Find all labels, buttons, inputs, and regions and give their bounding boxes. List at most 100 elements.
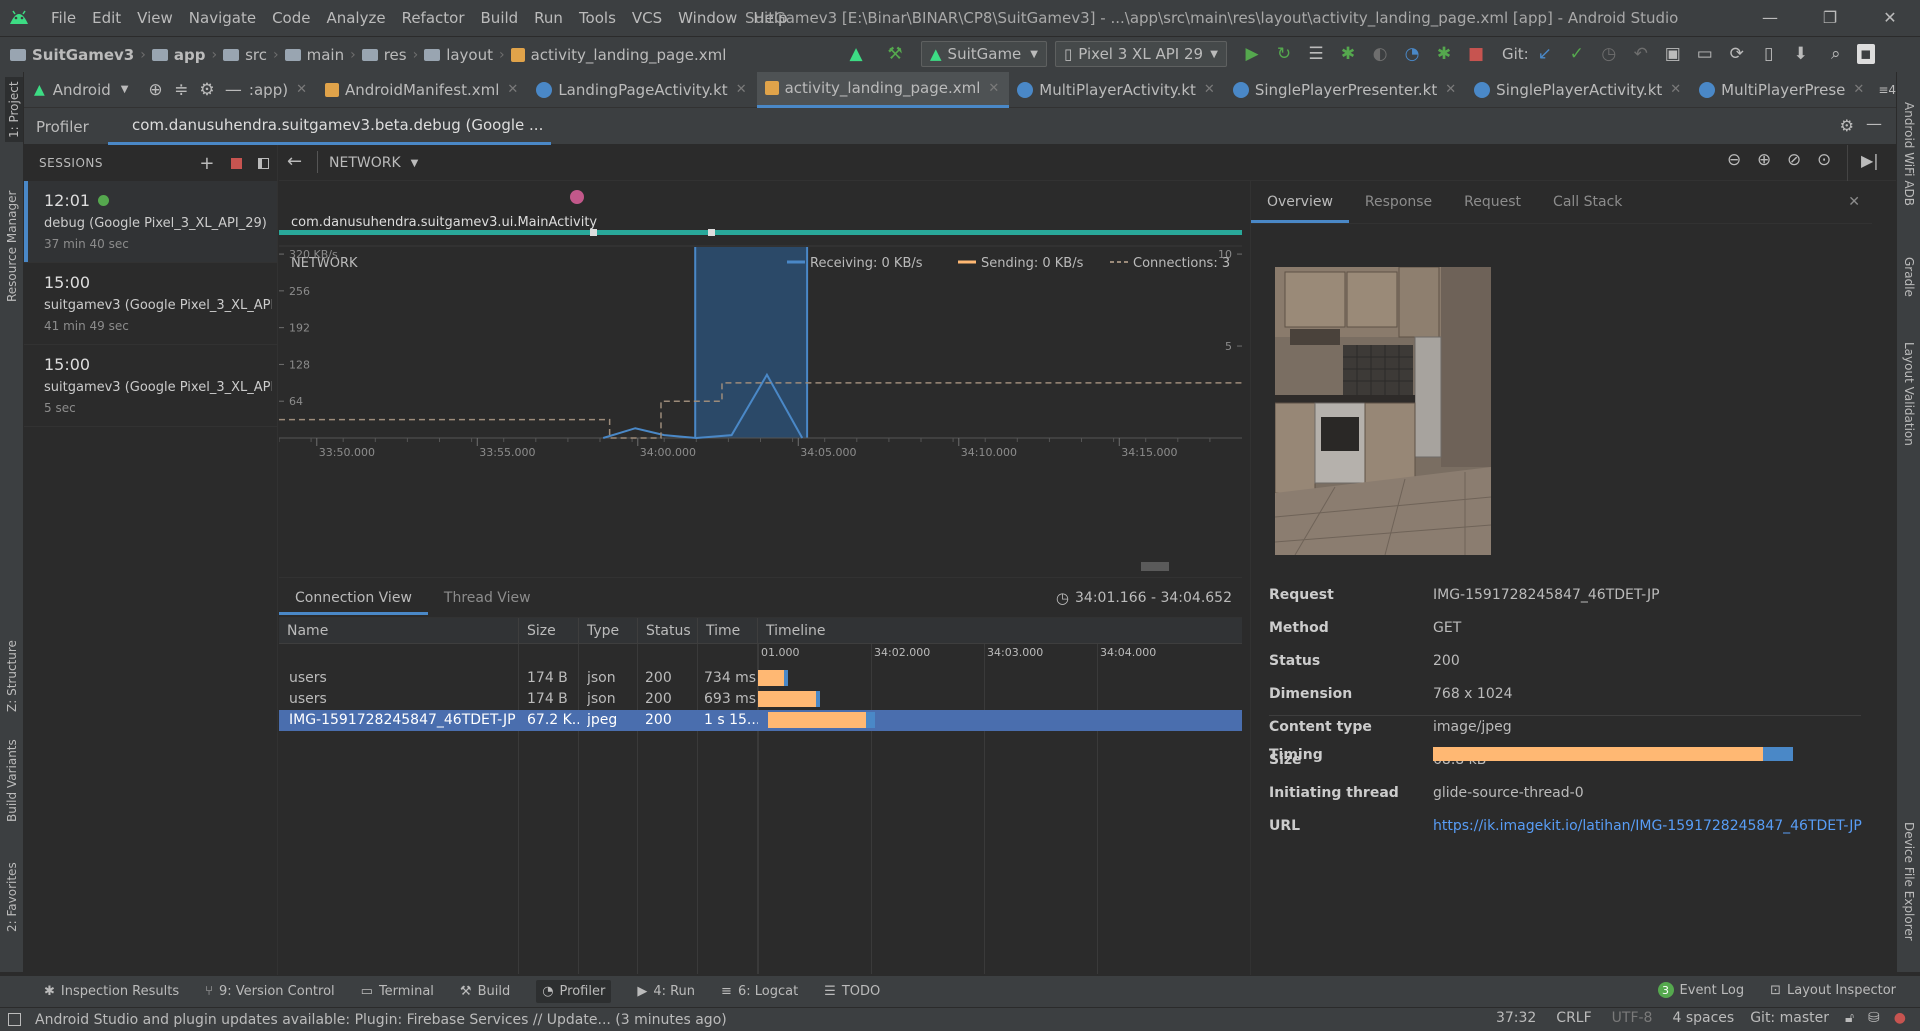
device-select[interactable]: ▯ Pixel 3 XL API 29 ▼ (1055, 41, 1227, 67)
git-update-icon[interactable]: ↙ (1534, 43, 1556, 65)
add-session-icon[interactable]: + (199, 153, 215, 174)
session-item[interactable]: 12:01 debug (Google Pixel_3_XL_API_29) 3… (24, 181, 277, 263)
terminal-button[interactable]: ▭ Terminal (361, 984, 434, 999)
debug-icon[interactable]: ✱ (1337, 43, 1359, 65)
sync-gradle-icon[interactable]: ⟳ (1726, 43, 1748, 65)
event-log-button[interactable]: 3 Event Log (1657, 982, 1744, 998)
menu-refactor[interactable]: Refactor (394, 0, 473, 36)
graph-scrollbar[interactable] (1141, 562, 1169, 571)
breadcrumb-src[interactable]: src (245, 46, 267, 64)
wifi-adb-tool-button[interactable]: Android WiFi ADB (1902, 102, 1916, 206)
build-variants-tool-button[interactable]: Build Variants (5, 739, 19, 822)
editor-tab-singleplayer-activity[interactable]: SinglePlayerActivity.kt ✕ (1466, 72, 1691, 108)
detail-url-link[interactable]: https://ik.imagekit.io/latihan/IMG-15917… (1433, 818, 1862, 834)
layout-inspector-button[interactable]: ⊡ Layout Inspector (1770, 983, 1896, 998)
profiler-button[interactable]: ◔ Profiler (536, 980, 612, 1003)
todo-button[interactable]: ☰ TODO (824, 984, 880, 999)
run-icon[interactable]: ▶ (1241, 43, 1263, 65)
tab-thread-view[interactable]: Thread View (428, 581, 547, 615)
git-branch[interactable]: Git: master (1750, 1010, 1829, 1026)
collapse-icon[interactable]: ≑ (173, 79, 189, 101)
build-button[interactable]: ⚒ Build (460, 984, 510, 999)
android-icon[interactable]: ▲ (845, 43, 867, 65)
tab-request[interactable]: Request (1448, 181, 1537, 223)
assistant-icon[interactable]: ▪ (1856, 44, 1875, 64)
run-tool-button[interactable]: ▶ 4: Run (637, 984, 695, 999)
menu-file[interactable]: File (43, 0, 84, 36)
collapse-sessions-icon[interactable] (258, 157, 269, 169)
close-icon[interactable]: ✕ (507, 82, 518, 97)
menu-code[interactable]: Code (264, 0, 318, 36)
column-time[interactable]: Time (698, 618, 758, 644)
project-structure-icon[interactable]: ▣ (1662, 43, 1684, 65)
column-status[interactable]: Status (638, 618, 698, 644)
close-window-button[interactable]: ✕ (1860, 0, 1920, 36)
tab-response[interactable]: Response (1349, 181, 1448, 223)
tab-connection-view[interactable]: Connection View (279, 581, 428, 615)
session-item[interactable]: 15:00 suitgamev3 (Google Pixel_3_XL_API_… (24, 263, 277, 345)
device-file-explorer-tool-button[interactable]: Device File Explorer (1902, 822, 1916, 941)
favorites-tool-button[interactable]: 2: Favorites (5, 862, 19, 932)
profiler-process-tab[interactable]: com.danusuhendra.suitgamev3.beta.debug (… (108, 108, 552, 145)
make-project-icon[interactable]: ⚒ (884, 43, 906, 65)
resource-manager-tool-button[interactable]: Resource Manager (5, 191, 19, 302)
menu-navigate[interactable]: Navigate (181, 0, 264, 36)
close-icon[interactable]: ✕ (1853, 82, 1864, 97)
caret-position[interactable]: 37:32 (1496, 1010, 1536, 1026)
go-live-icon[interactable]: ▶| (1861, 151, 1879, 170)
back-arrow-icon[interactable]: ← (287, 151, 302, 172)
editor-tab-manifest[interactable]: AndroidManifest.xml ✕ (317, 72, 528, 108)
breadcrumb-main[interactable]: main (307, 46, 344, 64)
hide-icon[interactable]: — (225, 79, 242, 101)
breadcrumb-res[interactable]: res (384, 46, 407, 64)
stop-session-icon[interactable] (231, 157, 242, 169)
close-icon[interactable]: ✕ (736, 82, 747, 97)
gradle-tool-button[interactable]: Gradle (1902, 257, 1916, 297)
lock-icon[interactable]: 🔓︎ (1845, 1010, 1854, 1026)
indent-setting[interactable]: 4 spaces (1672, 1010, 1734, 1026)
structure-tool-button[interactable]: Z: Structure (5, 640, 19, 712)
breadcrumb-layout[interactable]: layout (446, 46, 493, 64)
avd-manager-icon[interactable]: ▯ (1758, 43, 1780, 65)
close-icon[interactable]: ✕ (1670, 82, 1681, 97)
close-icon[interactable]: ✕ (988, 81, 999, 96)
session-item[interactable]: 15:00 suitgamev3 (Google Pixel_3_XL_API_… (24, 345, 277, 427)
error-notification-icon[interactable]: ● (1894, 1010, 1906, 1026)
breadcrumb-file[interactable]: activity_landing_page.xml (531, 46, 727, 64)
editor-tab-landing-activity[interactable]: LandingPageActivity.kt ✕ (528, 72, 756, 108)
restore-button[interactable]: ❐ (1800, 0, 1860, 36)
editor-tab-multiplayer-activity[interactable]: MultiPlayerActivity.kt ✕ (1009, 72, 1225, 108)
close-icon[interactable]: ✕ (296, 82, 307, 97)
minimize-panel-icon[interactable]: — (1866, 114, 1882, 133)
menu-view[interactable]: View (129, 0, 181, 36)
inspection-results-button[interactable]: ✱ Inspection Results (44, 984, 179, 999)
menu-vcs[interactable]: VCS (624, 0, 670, 36)
tab-call-stack[interactable]: Call Stack (1537, 181, 1638, 223)
status-message[interactable]: Android Studio and plugin updates availa… (35, 1012, 727, 1028)
close-icon[interactable]: ✕ (1445, 82, 1456, 97)
zoom-out-icon[interactable]: ⊖ (1727, 150, 1741, 170)
network-chart[interactable]: com.danusuhendra.suitgamev3.ui.MainActiv… (279, 181, 1242, 576)
stop-icon[interactable]: ■ (1465, 43, 1487, 65)
project-view-select[interactable]: ▲ Android ▼ (24, 81, 156, 99)
project-tool-button[interactable]: 1: Project (5, 77, 23, 142)
zoom-in-icon[interactable]: ⊕ (1757, 150, 1771, 170)
search-icon[interactable]: ⌕ (1825, 43, 1847, 65)
reset-zoom-icon[interactable]: ⊘ (1787, 150, 1801, 170)
column-name[interactable]: Name (279, 618, 519, 644)
time-selection[interactable] (694, 247, 809, 438)
toggle-tool-windows-icon[interactable] (8, 1013, 21, 1026)
table-row[interactable]: IMG-1591728245847_46TDET-JP 67.2 K... jpeg… (279, 710, 1242, 731)
menu-tools[interactable]: Tools (571, 0, 624, 36)
table-row[interactable]: users 174 Bjson 200 734 ms (279, 668, 1242, 689)
sdk-manager-icon[interactable]: ▭ (1694, 43, 1716, 65)
memory-indicator-icon[interactable]: ⛁ (1868, 1010, 1880, 1026)
git-history-icon[interactable]: ◷ (1598, 43, 1620, 65)
attach-debugger-icon[interactable]: ✱ (1433, 43, 1455, 65)
breadcrumb-app[interactable]: app (174, 46, 206, 64)
git-rollback-icon[interactable]: ↶ (1630, 43, 1652, 65)
line-separator[interactable]: CRLF (1556, 1010, 1591, 1026)
zoom-to-selection-icon[interactable]: ⊙ (1817, 150, 1831, 170)
minimize-button[interactable]: — (1740, 0, 1800, 36)
apply-changes-icon[interactable]: ↻ (1273, 43, 1295, 65)
